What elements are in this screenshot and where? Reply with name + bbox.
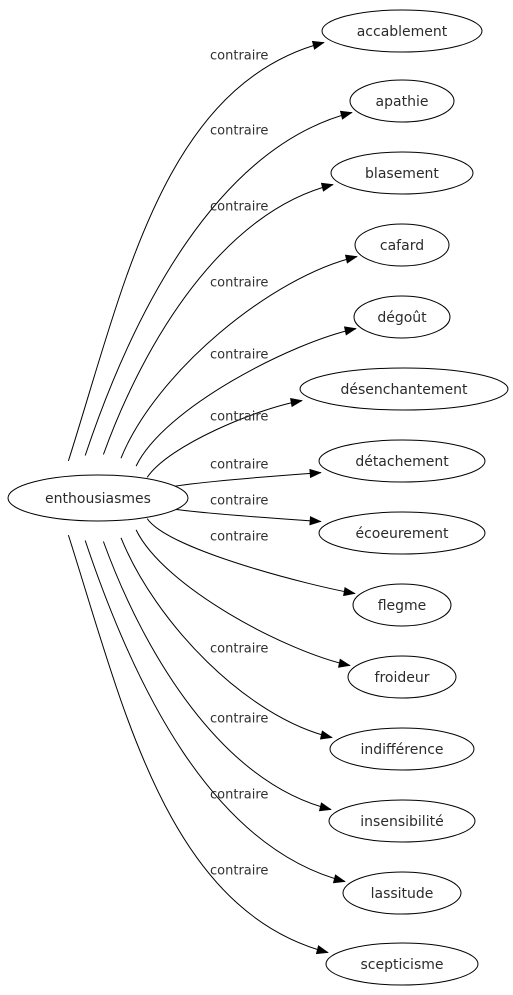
arrow-head-icon — [337, 658, 351, 668]
arrow-head-icon — [311, 40, 325, 50]
edge-label-d-go-t: contraire — [210, 348, 268, 363]
node-label-blasement: blasement — [365, 166, 439, 182]
node-label-indiff-rence: indifférence — [360, 742, 443, 758]
edge-label-d-tachement: contraire — [210, 458, 268, 473]
arrow-head-icon — [309, 468, 322, 479]
edge-label-lassitude: contraire — [210, 864, 268, 879]
edge-label-cafard: contraire — [210, 276, 268, 291]
edge-label-froideur: contraire — [210, 642, 268, 657]
arrow-head-icon — [332, 874, 346, 884]
edge-accablement — [67, 42, 325, 462]
source-node-label: enthousiasmes — [45, 491, 151, 507]
edge-labels-layer: contraire contraire contraire contraire cont… — [210, 49, 268, 879]
node-label--coeurement: écoeurement — [355, 526, 449, 542]
node-label-d-tachement: détachement — [355, 454, 449, 470]
arrow-head-icon — [339, 110, 353, 120]
arrow-head-icon — [290, 397, 303, 408]
edge-label-insensibilit-: contraire — [210, 788, 268, 803]
edge-label-flegme: contraire — [210, 530, 268, 545]
edge-insensibilit- — [102, 541, 332, 810]
node-label-scepticisme: scepticisme — [360, 957, 443, 973]
node-label-flegme: flegme — [378, 598, 427, 614]
arrow-head-icon — [318, 802, 332, 812]
edge-label-blasement: contraire — [210, 200, 268, 215]
arrow-head-icon — [315, 945, 329, 955]
arrow-head-icon — [343, 326, 357, 336]
node-label-d-go-t: dégoût — [377, 310, 427, 326]
arrow-head-icon — [343, 587, 356, 597]
edge-label-apathie: contraire — [210, 124, 268, 139]
node-label-cafard: cafard — [380, 238, 424, 254]
arrow-head-icon — [319, 730, 333, 740]
node-label-accablement: accablement — [357, 24, 448, 40]
arrow-head-icon — [320, 182, 334, 192]
node-label-lassitude: lassitude — [371, 886, 434, 902]
node-label-d-senchantement: désenchantement — [340, 382, 468, 398]
edge-label-accablement: contraire — [210, 49, 268, 64]
antonym-graph: enthousiasmes accablement apathie blasement… — [7, 9, 509, 986]
node-label-apathie: apathie — [376, 94, 429, 110]
arrow-head-icon — [344, 254, 358, 264]
node-label-froideur: froideur — [375, 670, 430, 686]
edge-label-indiff-rence: contraire — [210, 712, 268, 727]
node-label-insensibilit-: insensibilité — [360, 814, 443, 830]
edge-label--coeurement: contraire — [210, 494, 268, 509]
edge-scepticisme — [67, 534, 329, 953]
edge-label-d-senchantement: contraire — [210, 410, 268, 425]
arrow-head-icon — [309, 516, 322, 526]
edge-indiff-rence — [120, 537, 333, 738]
